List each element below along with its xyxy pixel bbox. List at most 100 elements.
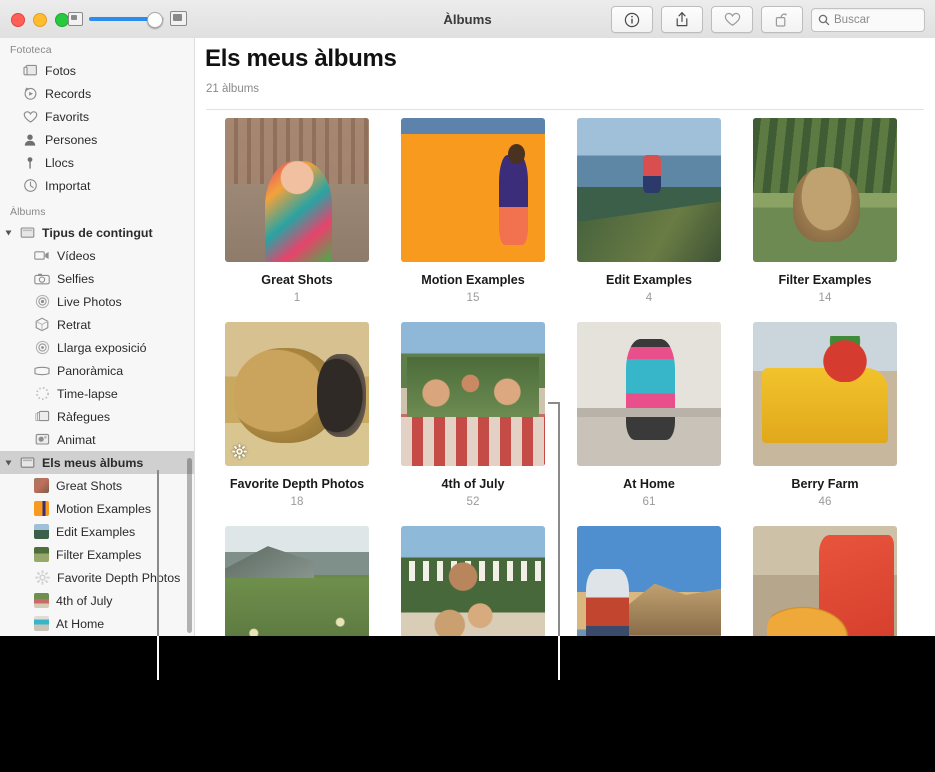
rotate-button[interactable] [761, 6, 803, 33]
album-thumbnail[interactable] [225, 526, 369, 636]
album-item-count: 18 [291, 495, 304, 508]
album-cell-partial-1[interactable] [209, 526, 385, 636]
album-thumbnail[interactable] [577, 526, 721, 636]
heart-icon [22, 109, 38, 124]
album-thumbnail-wrap[interactable] [753, 118, 897, 262]
sidebar-item-motion-examples[interactable]: Motion Examples [0, 497, 194, 520]
chevron-down-icon[interactable] [6, 230, 12, 235]
album-cell-partial-3[interactable] [561, 526, 737, 636]
album-name: Edit Examples [606, 273, 692, 287]
album-thumbnail-wrap[interactable] [753, 526, 897, 636]
sidebar-item-videos[interactable]: Vídeos [0, 244, 194, 267]
albums-grid-row: Great Shots 1 Motion Examples 15 [209, 118, 935, 304]
sidebar-item-llocs[interactable]: Llocs [0, 151, 194, 174]
album-thumbnail[interactable] [401, 118, 545, 262]
album-cell-partial-2[interactable] [385, 526, 561, 636]
sidebar-item-label: At Home [56, 617, 104, 631]
sidebar-item-great-shots[interactable]: Great Shots [0, 474, 194, 497]
album-thumbnail-wrap[interactable] [753, 322, 897, 466]
album-cell-berry-farm[interactable]: Berry Farm 46 [737, 322, 913, 508]
sidebar-item-retrat[interactable]: Retrat [0, 313, 194, 336]
album-thumbnail-wrap[interactable] [577, 322, 721, 466]
search-placeholder: Buscar [834, 14, 870, 26]
panorama-icon [34, 363, 50, 378]
sidebar-item-4th-of-july[interactable]: 4th of July [0, 589, 194, 612]
sidebar-scrollbar[interactable] [187, 458, 192, 633]
share-button[interactable] [661, 6, 703, 33]
favorite-button[interactable] [711, 6, 753, 33]
album-thumbnail-wrap[interactable] [401, 322, 545, 466]
chevron-down-icon[interactable] [6, 460, 12, 465]
sidebar-item-persones[interactable]: Persones [0, 128, 194, 151]
album-thumbnail[interactable] [401, 526, 545, 636]
zoom-slider[interactable] [68, 11, 187, 26]
sidebar-item-records[interactable]: Records [0, 82, 194, 105]
album-thumbnail [34, 593, 49, 608]
album-cell-great-shots[interactable]: Great Shots 1 [209, 118, 385, 304]
album-thumbnail[interactable] [577, 118, 721, 262]
sidebar-item-edit-examples[interactable]: Edit Examples [0, 520, 194, 543]
album-cell-motion-examples[interactable]: Motion Examples 15 [385, 118, 561, 304]
sidebar-item-importat[interactable]: Importat [0, 174, 194, 197]
sidebar-item-rafegues[interactable]: Ràfegues [0, 405, 194, 428]
album-item-count: 14 [819, 291, 832, 304]
album-thumbnail-wrap[interactable] [225, 322, 369, 466]
sidebar-item-label: Filter Examples [56, 548, 141, 562]
album-cell-favorite-depth-photos[interactable]: Favorite Depth Photos 18 [209, 322, 385, 508]
sidebar-item-label: Edit Examples [56, 525, 135, 539]
sidebar-item-selfies[interactable]: Selfies [0, 267, 194, 290]
album-thumbnail[interactable] [577, 322, 721, 466]
album-thumbnail[interactable] [753, 118, 897, 262]
sidebar-item-animat[interactable]: Animat [0, 428, 194, 451]
albums-grid-row [209, 526, 935, 636]
album-cell-partial-4[interactable] [737, 526, 913, 636]
album-thumbnail-wrap[interactable] [577, 526, 721, 636]
album-cell-filter-examples[interactable]: Filter Examples 14 [737, 118, 913, 304]
sidebar-item-filter-examples[interactable]: Filter Examples [0, 543, 194, 566]
album-thumbnail[interactable] [401, 322, 545, 466]
sidebar-item-label: Importat [45, 179, 90, 193]
sidebar-item-time-lapse[interactable]: Time-lapse [0, 382, 194, 405]
album-thumbnail-wrap[interactable] [225, 118, 369, 262]
album-thumbnail[interactable] [753, 322, 897, 466]
album-cell-at-home[interactable]: At Home 61 [561, 322, 737, 508]
close-button[interactable] [11, 13, 25, 27]
photos-window: Àlbums [0, 0, 935, 636]
sidebar-group-label: Tipus de contingut [42, 226, 153, 240]
sidebar-item-favorits[interactable]: Favorits [0, 105, 194, 128]
album-thumbnail-wrap[interactable] [401, 118, 545, 262]
sidebar-item-label: Animat [57, 433, 96, 447]
sidebar-item-label: Records [45, 87, 91, 101]
sidebar-item-live-photos[interactable]: Live Photos [0, 290, 194, 313]
rotate-icon [774, 12, 790, 28]
zoom-window-button[interactable] [55, 13, 69, 27]
album-thumbnail-wrap[interactable] [577, 118, 721, 262]
info-button[interactable] [611, 6, 653, 33]
albums-grid: Great Shots 1 Motion Examples 15 [209, 118, 935, 636]
album-thumbnail-wrap[interactable] [225, 526, 369, 636]
album-name: Filter Examples [778, 273, 871, 287]
sidebar-item-fotos[interactable]: Fotos [0, 59, 194, 82]
sidebar-group-els-meus-albums[interactable]: Els meus àlbums [0, 451, 194, 474]
album-cell-edit-examples[interactable]: Edit Examples 4 [561, 118, 737, 304]
sidebar-item-llarga-exposicio[interactable]: Llarga exposició [0, 336, 194, 359]
search-input[interactable]: Buscar [811, 8, 925, 32]
album-item-count: 4 [646, 291, 652, 304]
sidebar-group-tipus-de-contingut[interactable]: Tipus de contingut [0, 221, 194, 244]
album-cell-4th-of-july[interactable]: 4th of July 52 [385, 322, 561, 508]
sidebar-item-label: Fotos [45, 64, 76, 78]
album-thumbnail [34, 501, 49, 516]
zoom-slider-track[interactable] [89, 17, 164, 21]
animated-icon [34, 432, 50, 447]
sidebar-item-panoramica[interactable]: Panoràmica [0, 359, 194, 382]
album-thumbnail[interactable] [753, 526, 897, 636]
sidebar-item-label: Great Shots [56, 479, 122, 493]
sidebar-item-favorite-depth-photos[interactable]: Favorite Depth Photos [0, 566, 194, 589]
minimize-button[interactable] [33, 13, 47, 27]
album-thumbnail-wrap[interactable] [401, 526, 545, 636]
sidebar-item-label: Persones [45, 133, 97, 147]
zoom-slider-knob[interactable] [147, 12, 163, 28]
gear-icon [34, 570, 50, 585]
sidebar-item-at-home[interactable]: At Home [0, 612, 194, 635]
album-thumbnail[interactable] [225, 118, 369, 262]
